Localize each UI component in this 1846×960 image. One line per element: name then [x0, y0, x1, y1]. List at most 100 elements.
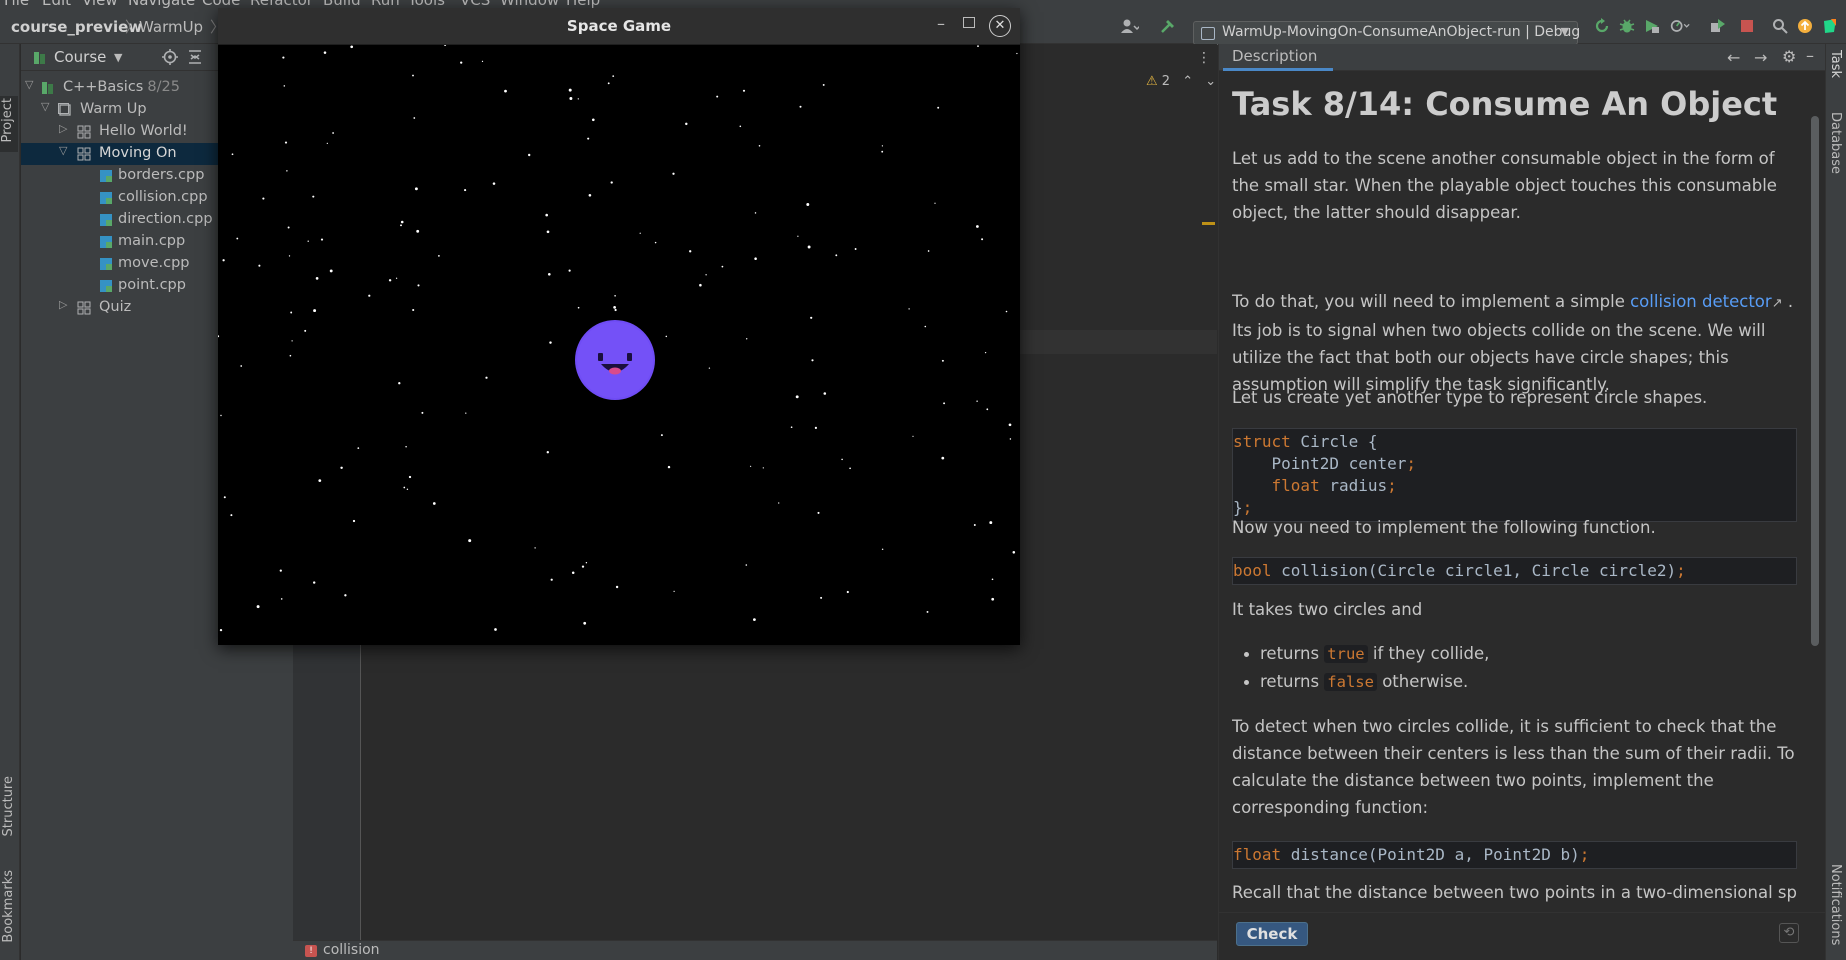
reset-icon[interactable]: ⟲	[1779, 923, 1799, 943]
structure-tool-button[interactable]: Structure	[1, 776, 16, 836]
star	[485, 376, 488, 379]
database-tool-button[interactable]: Database	[1828, 112, 1843, 174]
star	[739, 125, 742, 128]
menu-navigate[interactable]: Navigate	[128, 0, 195, 8]
breadcrumb-child[interactable]: WarmUp	[139, 18, 203, 36]
menu-file[interactable]: File	[4, 0, 29, 8]
menu-code[interactable]: Code	[202, 0, 240, 8]
menu-bar: File Edit View Navigate Code Refactor Bu…	[0, 0, 1846, 8]
collision-detector-link[interactable]: collision detector	[1630, 292, 1772, 311]
bottom-status-tab[interactable]: ! collision	[293, 940, 1217, 960]
minimize-icon[interactable]: –	[1806, 46, 1814, 65]
inspection-widget[interactable]: ⚠ 2 ⌃ ⌄	[1146, 74, 1216, 89]
code-punct: ;	[1579, 845, 1590, 864]
code-block-circle-struct: struct Circle { Point2D center; float ra…	[1232, 428, 1797, 522]
minimize-button[interactable]: –	[930, 14, 952, 36]
task-tool-button[interactable]: Task	[1828, 50, 1843, 78]
bookmarks-tool-button[interactable]: Bookmarks	[1, 870, 16, 943]
star	[546, 451, 549, 454]
star	[591, 118, 595, 122]
star	[432, 502, 436, 505]
chevron-up-icon[interactable]: ⌃	[1182, 74, 1193, 89]
chevron-down-icon[interactable]: ▽	[59, 144, 67, 157]
star	[846, 590, 849, 594]
collapse-all-icon[interactable]	[187, 49, 203, 65]
chevron-down-icon[interactable]: ▽	[25, 78, 33, 91]
star	[464, 189, 467, 192]
notifications-tool-button[interactable]: Notifications	[1828, 864, 1843, 945]
star	[991, 578, 994, 581]
menu-help[interactable]: Help	[566, 0, 600, 8]
task-scrollbar[interactable]	[1811, 116, 1819, 646]
star	[943, 402, 946, 405]
project-view-selector[interactable]: Course	[54, 48, 106, 66]
cpp-file-icon	[99, 191, 113, 205]
lesson-icon	[77, 301, 91, 315]
rerun-icon[interactable]	[1592, 16, 1612, 36]
chevron-down-icon[interactable]: ▽	[41, 100, 49, 113]
check-button[interactable]: Check	[1236, 922, 1308, 946]
star	[340, 466, 343, 470]
maximize-button[interactable]	[963, 17, 975, 28]
coverage-icon[interactable]	[1642, 16, 1662, 36]
star	[438, 255, 440, 257]
warning-count: 2	[1161, 74, 1171, 89]
tab-description[interactable]: Description	[1232, 47, 1317, 65]
stop-icon[interactable]	[1737, 16, 1757, 36]
chevron-right-icon[interactable]: ▷	[59, 122, 67, 135]
arrow-right-icon[interactable]: →	[1754, 48, 1767, 67]
ide-logo-icon[interactable]	[1820, 16, 1840, 36]
gear-icon[interactable]: ⚙	[1782, 47, 1796, 66]
menu-build[interactable]: Build	[323, 0, 361, 8]
star	[941, 359, 944, 362]
star	[219, 628, 223, 632]
chevron-right-icon[interactable]: ▷	[59, 298, 67, 311]
star	[545, 213, 548, 217]
debug-bug-icon[interactable]	[1617, 16, 1637, 36]
star	[841, 458, 843, 461]
space-game-window[interactable]: Space Game – ✕	[218, 8, 1020, 645]
breadcrumb-root[interactable]: course_preview	[11, 18, 142, 36]
game-window-title: Space Game	[566, 17, 672, 35]
star	[569, 97, 573, 100]
menu-tools[interactable]: Tools	[408, 0, 445, 8]
menu-window[interactable]: Window	[500, 0, 559, 8]
menu-view[interactable]: View	[82, 0, 118, 8]
tree-item-label: point.cpp	[118, 277, 186, 293]
error-icon: !	[305, 945, 317, 957]
attach-debugger-icon[interactable]	[1708, 16, 1728, 36]
task-paragraph: Now you need to implement the following …	[1232, 518, 1656, 537]
run-configuration-select[interactable]: WarmUp-MovingOn-ConsumeAnObject-run | De…	[1193, 21, 1580, 45]
search-icon[interactable]	[1770, 16, 1790, 36]
star	[413, 117, 416, 119]
star	[412, 308, 415, 312]
code-text: radius	[1319, 476, 1388, 495]
code-text: distance(Point2D a, Point2D b)	[1281, 845, 1580, 864]
chevron-down-icon[interactable]: ▼	[114, 51, 122, 64]
chevron-down-icon[interactable]: ⌄	[1205, 74, 1216, 89]
star	[607, 82, 610, 85]
inline-code: false	[1324, 673, 1377, 691]
update-icon[interactable]	[1795, 16, 1815, 36]
game-canvas[interactable]	[218, 45, 1020, 645]
project-tool-button[interactable]: Project	[0, 96, 18, 152]
code-keyword: struct	[1233, 432, 1291, 451]
menu-run[interactable]: Run	[371, 0, 400, 8]
star	[287, 226, 290, 229]
star	[568, 88, 572, 92]
profiler-icon[interactable]	[1670, 16, 1690, 36]
menu-edit[interactable]: Edit	[42, 0, 71, 8]
scrollbar-marker[interactable]	[1202, 222, 1215, 225]
game-titlebar[interactable]: Space Game – ✕	[218, 8, 1020, 45]
more-options-icon[interactable]: ⋮	[1197, 50, 1211, 66]
user-icon[interactable]	[1120, 16, 1140, 36]
task-content: Task 8/14: Consume An Object Let us add …	[1232, 71, 1797, 939]
star	[283, 85, 286, 87]
arrow-left-icon[interactable]: ←	[1727, 48, 1740, 67]
build-hammer-icon[interactable]	[1158, 16, 1178, 36]
star	[927, 250, 930, 252]
menu-vcs[interactable]: VCS	[460, 0, 490, 8]
close-button[interactable]: ✕	[989, 15, 1011, 37]
locate-icon[interactable]	[162, 49, 178, 65]
menu-refactor[interactable]: Refactor	[250, 0, 313, 8]
